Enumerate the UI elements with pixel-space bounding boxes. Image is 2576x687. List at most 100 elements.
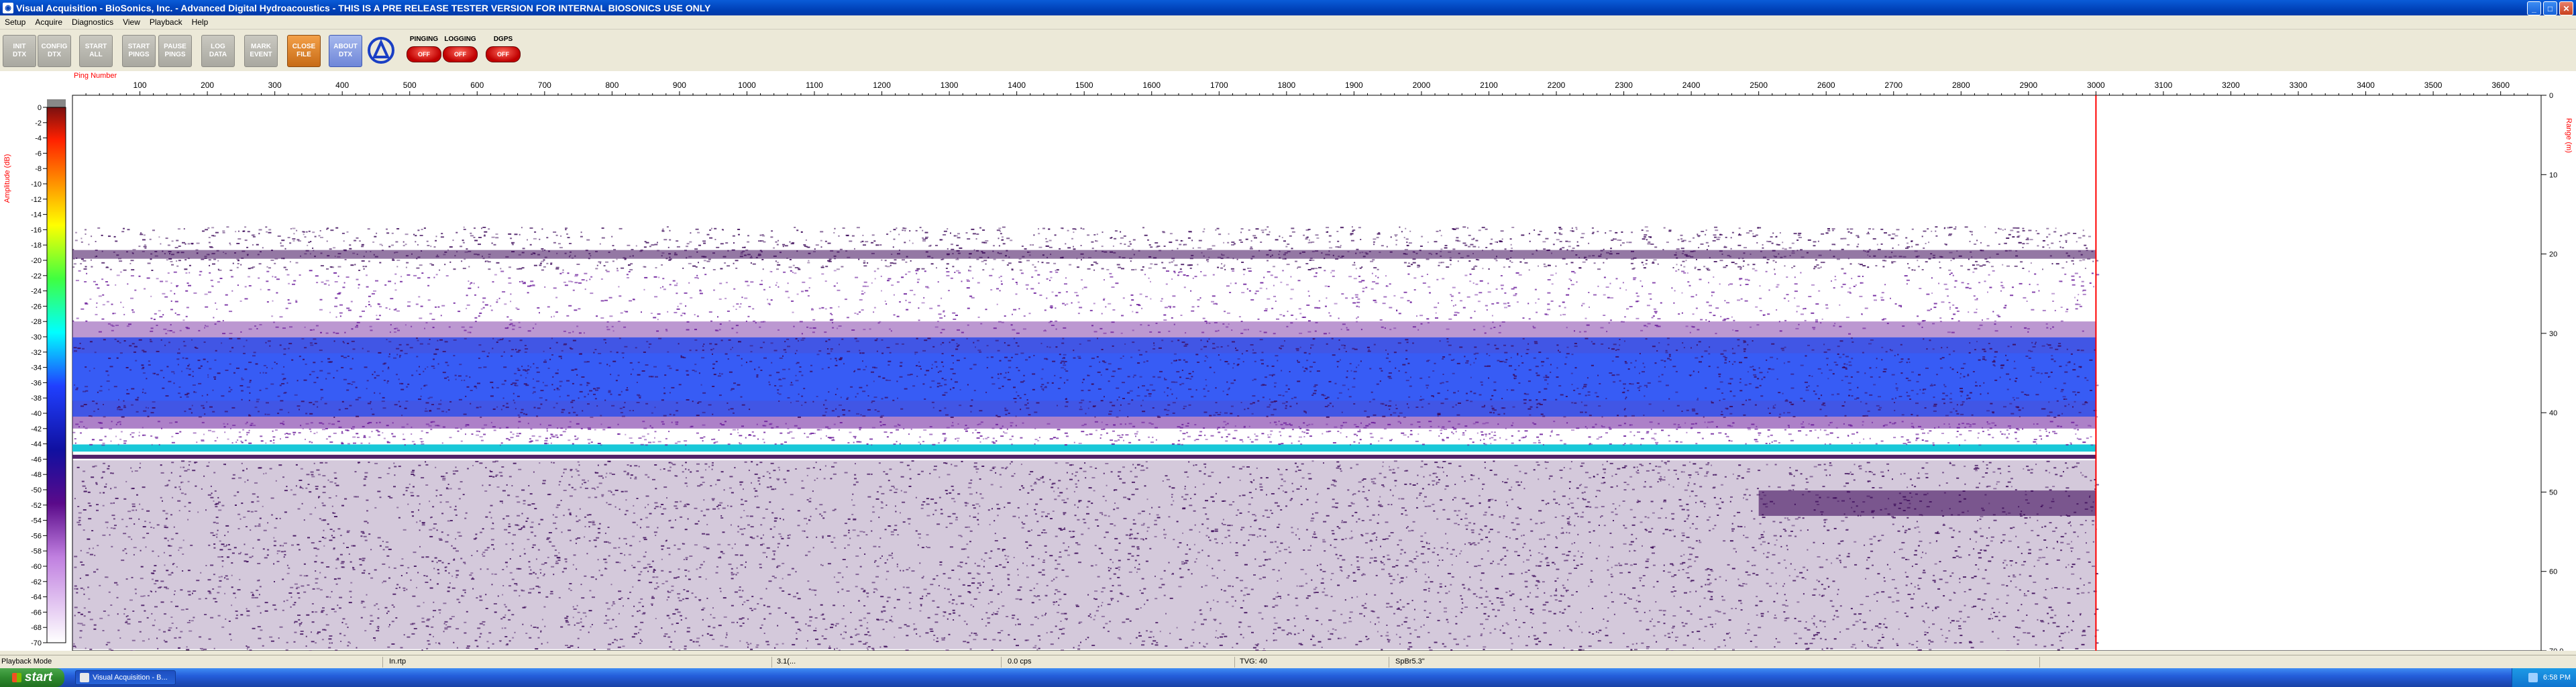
noise-speckle [977,316,980,318]
noise-speckle [1298,308,1301,310]
noise-speckle [1174,264,1178,266]
amp-tick-label: -42 [31,425,42,433]
noise-speckle [1919,288,1922,289]
log-data-button[interactable]: LOG DATA [201,35,235,67]
init-dtx-button[interactable]: INIT DTX [3,35,36,67]
start-pings-button[interactable]: START PINGS [122,35,156,67]
menu-diagnostics[interactable]: Diagnostics [67,17,118,27]
noise-speckle [400,276,402,278]
close-file-button[interactable]: CLOSE FILE [287,35,321,67]
noise-speckle [824,411,827,413]
ping-tick-label: 800 [605,81,619,90]
noise-speckle [147,415,150,417]
noise-speckle [376,374,380,376]
noise-speckle [1976,298,1978,300]
noise-speckle [825,266,828,268]
noise-speckle [1979,265,1983,267]
noise-speckle [1858,275,1861,277]
start-all-button[interactable]: START ALL [79,35,113,67]
noise-speckle [2089,282,2092,284]
noise-speckle [1359,267,1362,269]
noise-speckle [979,227,981,229]
noise-speckle [437,363,439,365]
noise-speckle [1527,303,1529,305]
noise-speckle [150,327,154,329]
noise-speckle [1217,266,1220,268]
noise-speckle [1869,394,1873,396]
menu-playback[interactable]: Playback [145,17,187,27]
upper-layer-fringe [72,321,2096,337]
noise-speckle [518,327,521,328]
noise-speckle [1546,250,1550,252]
noise-speckle [1243,283,1247,285]
noise-speckle [1568,278,1571,280]
noise-speckle [1979,385,1982,387]
config-dtx-button[interactable]: CONFIG DTX [38,35,71,67]
noise-speckle [947,248,949,250]
noise-speckle [1654,311,1658,313]
noise-speckle [1039,295,1042,297]
noise-speckle [584,396,586,398]
noise-speckle [505,256,509,258]
pause-pings-button[interactable]: PAUSE PINGS [158,35,192,67]
noise-speckle [1393,412,1397,414]
noise-speckle [388,356,390,358]
menu-help[interactable]: Help [187,17,213,27]
noise-speckle [349,248,352,250]
about-dtx-button[interactable]: ABOUT DTX [329,35,362,67]
noise-speckle [1622,321,1625,323]
minimize-button[interactable]: _ [2527,1,2541,15]
noise-speckle [621,352,625,354]
noise-speckle [215,350,217,352]
noise-speckle [1004,342,1006,344]
noise-speckle [1437,392,1440,394]
mark-event-button[interactable]: MARK EVENT [244,35,278,67]
noise-speckle [2084,268,2086,269]
noise-speckle [931,380,935,382]
noise-speckle [1314,384,1318,386]
menu-view[interactable]: View [118,17,145,27]
noise-speckle [617,321,621,322]
noise-speckle [1140,324,1142,326]
noise-speckle [1167,409,1170,411]
noise-speckle [787,282,789,284]
noise-speckle [812,331,815,333]
noise-speckle [586,239,590,241]
noise-speckle [1658,325,1661,327]
noise-speckle [560,358,562,360]
noise-speckle [735,267,738,269]
noise-speckle [1167,387,1169,389]
menu-acquire[interactable]: Acquire [30,17,67,27]
noise-speckle [1456,362,1460,364]
noise-speckle [929,307,933,309]
noise-speckle [719,282,722,284]
noise-speckle [1905,248,1909,249]
noise-speckle [1800,249,1803,251]
noise-speckle [841,266,844,268]
noise-speckle [1741,404,1745,406]
noise-speckle [282,327,286,329]
noise-speckle [967,307,970,309]
noise-speckle [1173,260,1175,262]
noise-speckle [1410,301,1412,303]
noise-speckle [407,274,411,276]
noise-speckle [1963,363,1966,365]
noise-speckle [1303,370,1306,372]
noise-speckle [1948,269,1951,271]
noise-speckle [1911,390,1914,392]
amp-tick-label: -26 [31,303,42,311]
noise-speckle [1849,228,1854,230]
noise-speckle [379,392,381,394]
noise-speckle [256,328,258,329]
close-button[interactable]: ✕ [2559,1,2573,15]
noise-speckle [118,258,121,260]
noise-speckle [1285,246,1288,248]
noise-speckle [1815,321,1818,323]
menu-setup[interactable]: Setup [0,17,30,27]
noise-speckle [2048,401,2050,403]
noise-speckle [1014,354,1018,356]
noise-speckle [804,401,807,403]
maximize-button[interactable]: □ [2543,1,2557,15]
noise-speckle [1034,270,1038,272]
noise-speckle [1452,305,1454,307]
